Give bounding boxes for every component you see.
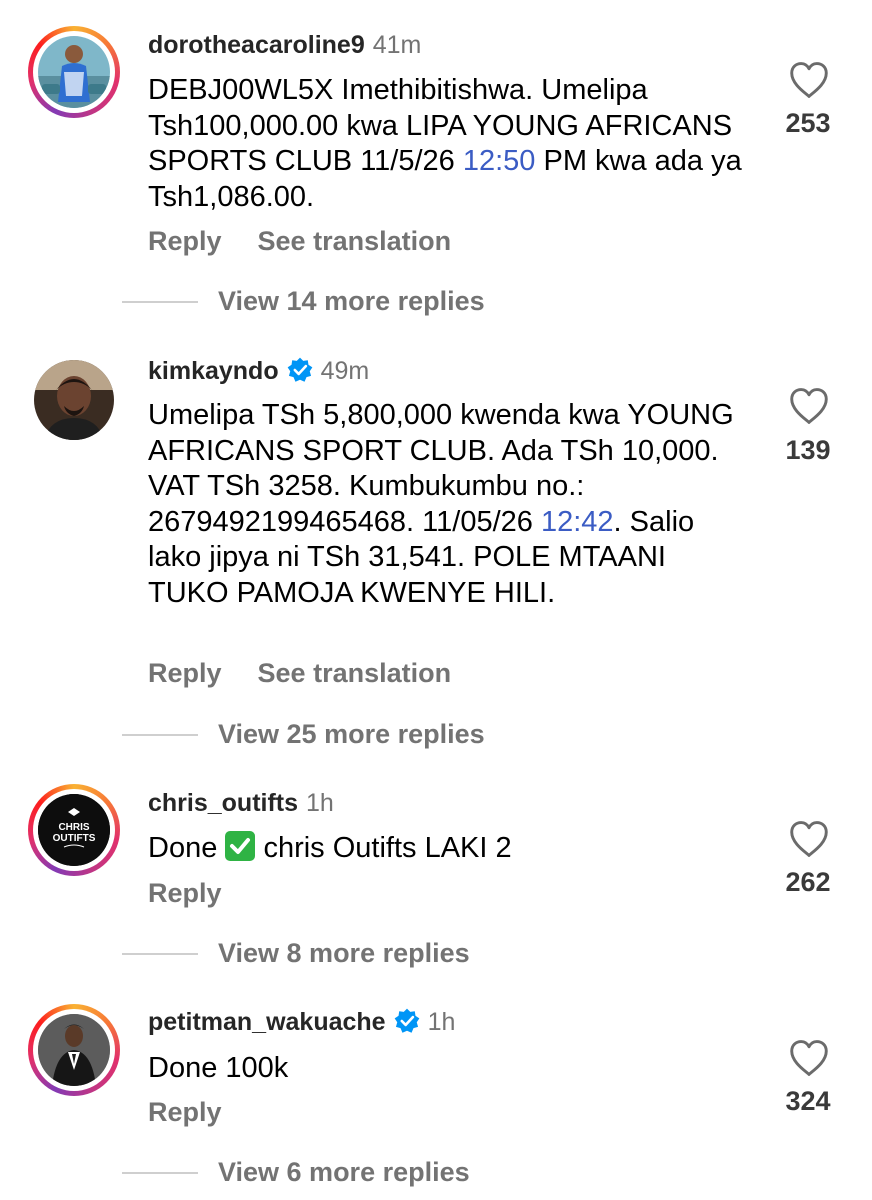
comment-text: Umelipa TSh 5,800,000 kwenda kwa YOUNG A…: [148, 399, 734, 609]
comment-time: 1h: [427, 1008, 456, 1036]
timestamp-link[interactable]: 12:42: [541, 506, 614, 538]
avatar-container[interactable]: [28, 354, 120, 446]
like-count: 253: [785, 108, 831, 138]
comment-username[interactable]: petitman_wakuache: [148, 1008, 386, 1036]
avatar-logo-text: OUTIFTS: [53, 833, 96, 844]
heart-outline-icon[interactable]: [788, 1039, 830, 1077]
like-count: 139: [785, 435, 831, 465]
comment-username[interactable]: kimkayndo: [148, 357, 279, 385]
view-replies-label: View 14 more replies: [218, 286, 485, 316]
story-ring-avatar[interactable]: [28, 26, 120, 118]
avatar: [38, 36, 110, 108]
view-replies-button[interactable]: View 8 more replies: [122, 938, 470, 969]
story-ring-avatar[interactable]: CHRIS OUTIFTS: [28, 784, 120, 876]
verified-badge-icon: [394, 1008, 419, 1033]
comment-time: 41m: [372, 31, 422, 59]
avatar: [38, 1014, 110, 1086]
comment-text: Done chris Outifts LAKI 2: [148, 831, 512, 864]
heart-outline-icon[interactable]: [788, 387, 830, 425]
comment-text: DEBJ00WL5X Imethibitishwa. Umelipa Tsh10…: [148, 74, 742, 213]
view-replies-label: View 8 more replies: [218, 938, 470, 968]
reply-divider-line: [122, 1171, 198, 1174]
verified-badge-icon: [287, 357, 312, 382]
avatar: CHRIS OUTIFTS: [38, 794, 110, 866]
comment-text: Done 100k: [148, 1052, 289, 1084]
timestamp-link[interactable]: 12:50: [463, 145, 536, 177]
avatar: [34, 360, 114, 440]
view-replies-label: View 25 more replies: [218, 719, 485, 749]
comment-time: 49m: [320, 357, 370, 385]
reply-divider-line: [122, 952, 198, 955]
heart-outline-icon[interactable]: [788, 820, 830, 858]
view-replies-label: View 6 more replies: [218, 1157, 470, 1187]
see-translation-button[interactable]: See translation: [258, 226, 452, 256]
reply-divider-line: [122, 300, 198, 303]
comment-username[interactable]: dorotheacaroline9: [148, 31, 365, 59]
avatar-logo-text: CHRIS: [58, 822, 89, 833]
see-translation-button[interactable]: See translation: [258, 658, 452, 688]
reply-button[interactable]: Reply: [148, 1097, 222, 1127]
view-replies-button[interactable]: View 14 more replies: [122, 286, 485, 317]
view-replies-button[interactable]: View 6 more replies: [122, 1157, 470, 1188]
heart-outline-icon[interactable]: [788, 61, 830, 99]
view-replies-button[interactable]: View 25 more replies: [122, 719, 485, 750]
comment-time: 1h: [306, 789, 334, 817]
reply-button[interactable]: Reply: [148, 878, 222, 908]
reply-button[interactable]: Reply: [148, 658, 222, 688]
reply-button[interactable]: Reply: [148, 226, 222, 256]
like-count: 262: [785, 867, 831, 897]
reply-divider-line: [122, 733, 198, 736]
comment-username[interactable]: chris_outifts: [148, 789, 298, 817]
check-mark-emoji-icon: [225, 831, 256, 861]
story-ring-avatar[interactable]: [28, 1004, 120, 1096]
like-count: 324: [785, 1086, 831, 1116]
